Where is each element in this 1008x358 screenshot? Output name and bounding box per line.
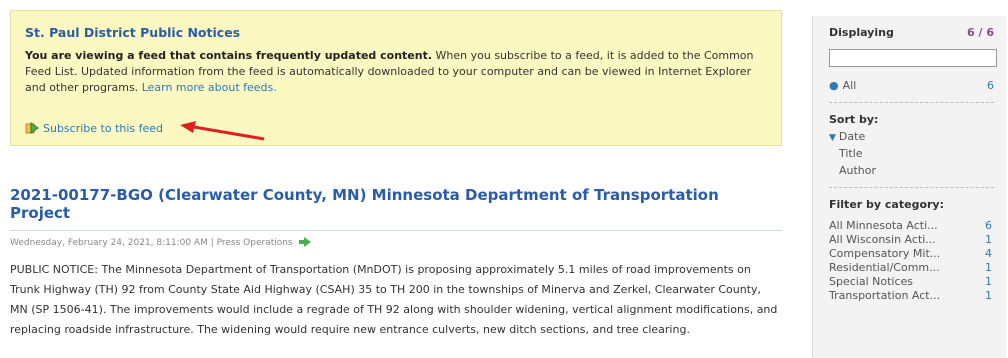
article-body: PUBLIC NOTICE: The Minnesota Department … bbox=[10, 263, 778, 336]
sidebar-divider bbox=[829, 187, 994, 188]
sort-option-title[interactable]: Title bbox=[829, 147, 994, 160]
category-label: All Wisconsin Acti... bbox=[829, 233, 936, 246]
bullet-icon: ● bbox=[829, 79, 839, 92]
category-item[interactable]: All Wisconsin Acti... 1 bbox=[829, 233, 994, 247]
category-item[interactable]: Special Notices 1 bbox=[829, 275, 994, 289]
notice-body: You are viewing a feed that contains fre… bbox=[25, 48, 765, 96]
displaying-label: Displaying bbox=[829, 26, 894, 39]
category-item[interactable]: Transportation Act... 1 bbox=[829, 289, 994, 303]
article-title-link[interactable]: 2021-00177-BGO (Clearwater County, MN) M… bbox=[10, 186, 782, 222]
category-count: 1 bbox=[985, 261, 992, 274]
category-label: Compensatory Mit... bbox=[829, 247, 941, 260]
category-count: 1 bbox=[985, 233, 992, 246]
article-meta: Wednesday, February 24, 2021, 8:11:00 AM… bbox=[10, 237, 782, 250]
all-count: 6 bbox=[987, 79, 994, 92]
category-count: 1 bbox=[985, 275, 992, 288]
article: 2021-00177-BGO (Clearwater County, MN) M… bbox=[10, 186, 782, 340]
search-input[interactable] bbox=[829, 49, 997, 67]
green-arrow-icon[interactable] bbox=[298, 237, 311, 250]
filter-all[interactable]: ● All 6 bbox=[829, 79, 994, 92]
category-list: All Minnesota Acti... 6 All Wisconsin Act… bbox=[829, 219, 994, 303]
all-label: All bbox=[842, 79, 857, 92]
red-pointer-arrow bbox=[180, 121, 265, 141]
sort-option-date[interactable]: ▼ Date bbox=[829, 130, 994, 143]
category-label: Residential/Comm... bbox=[829, 261, 940, 274]
feed-notice-box: St. Paul District Public Notices You are… bbox=[10, 10, 782, 146]
category-label: Transportation Act... bbox=[829, 289, 941, 302]
sort-heading: Sort by: bbox=[829, 113, 879, 126]
sort-active-icon: ▼ bbox=[829, 133, 836, 143]
sort-option-label: Date bbox=[838, 130, 866, 143]
notice-bold-text: You are viewing a feed that contains fre… bbox=[25, 49, 433, 62]
subscribe-link[interactable]: Subscribe to this feed bbox=[25, 121, 163, 138]
feed-subscribe-icon bbox=[25, 121, 39, 138]
subscribe-label: Subscribe to this feed bbox=[43, 122, 164, 135]
category-item[interactable]: Compensatory Mit... 4 bbox=[829, 247, 994, 261]
learn-more-link[interactable]: Learn more about feeds. bbox=[142, 81, 277, 94]
category-count: 6 bbox=[985, 219, 992, 232]
sort-option-author[interactable]: Author bbox=[829, 164, 994, 177]
category-label: All Minnesota Acti... bbox=[829, 219, 938, 232]
title-divider bbox=[10, 230, 782, 231]
category-item[interactable]: Residential/Comm... 1 bbox=[829, 261, 994, 275]
category-count: 1 bbox=[985, 289, 992, 302]
displaying-row: Displaying 6 / 6 bbox=[829, 26, 994, 39]
category-label: Special Notices bbox=[829, 275, 914, 288]
sidebar-divider bbox=[829, 102, 994, 103]
notice-title: St. Paul District Public Notices bbox=[25, 25, 241, 40]
category-count: 4 bbox=[985, 247, 992, 260]
category-item[interactable]: All Minnesota Acti... 6 bbox=[829, 219, 994, 233]
filter-heading: Filter by category: bbox=[829, 198, 944, 211]
displaying-count: 6 / 6 bbox=[967, 26, 994, 39]
article-meta-text: Wednesday, February 24, 2021, 8:11:00 AM… bbox=[10, 238, 293, 248]
feed-sidebar: Displaying 6 / 6 ● All 6 Sort by: ▼ Date T… bbox=[812, 16, 1006, 358]
